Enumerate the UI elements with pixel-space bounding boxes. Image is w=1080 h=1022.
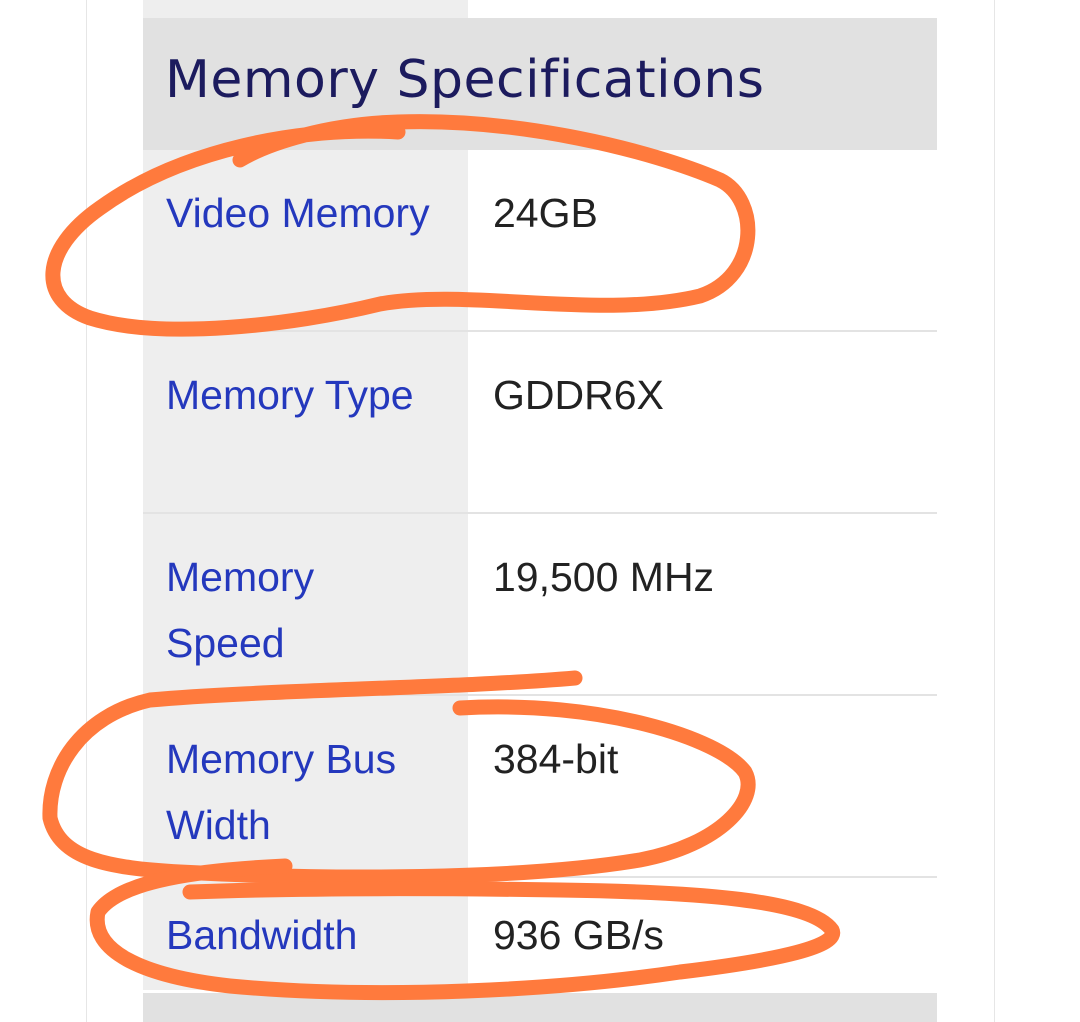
- video-memory-link[interactable]: Video Memory: [166, 180, 436, 246]
- spec-label-cell: Video Memory: [143, 150, 468, 330]
- spec-row-memory-speed: Memory Speed 19,500 MHz: [143, 514, 937, 696]
- memory-speed-link[interactable]: Memory Speed: [166, 544, 436, 676]
- memory-specifications-table: Memory Specifications Video Memory 24GB …: [143, 18, 937, 990]
- memory-speed-value: 19,500 MHz: [493, 554, 715, 600]
- spec-label-cell: Memory Type: [143, 332, 468, 512]
- page: Memory Specifications Video Memory 24GB …: [0, 0, 1080, 1022]
- spec-value-cell: 384-bit: [468, 696, 937, 876]
- spec-label-cell: Bandwidth: [143, 878, 468, 990]
- spec-label-cell: Memory Speed: [143, 514, 468, 694]
- memory-bus-width-link[interactable]: Memory Bus Width: [166, 726, 436, 858]
- bandwidth-link[interactable]: Bandwidth: [166, 902, 436, 968]
- section-header: Memory Specifications: [143, 18, 937, 150]
- bandwidth-value: 936 GB/s: [493, 912, 664, 958]
- spec-value-cell: 24GB: [468, 150, 937, 330]
- spec-row-video-memory: Video Memory 24GB: [143, 150, 937, 332]
- spec-row-memory-type: Memory Type GDDR6X: [143, 332, 937, 514]
- content-frame-left-border: [86, 0, 87, 1022]
- video-memory-value: 24GB: [493, 190, 598, 236]
- memory-type-link[interactable]: Memory Type: [166, 362, 436, 428]
- spec-row-bandwidth: Bandwidth 936 GB/s: [143, 878, 937, 990]
- spec-label-cell: Memory Bus Width: [143, 696, 468, 876]
- next-section-header: [143, 993, 937, 1022]
- spec-value-cell: GDDR6X: [468, 332, 937, 512]
- content-frame-right-border: [994, 0, 995, 1022]
- previous-row-label-cell: [143, 0, 468, 18]
- memory-type-value: GDDR6X: [493, 372, 664, 418]
- section-title: Memory Specifications: [165, 50, 765, 110]
- spec-row-memory-bus-width: Memory Bus Width 384-bit: [143, 696, 937, 878]
- spec-value-cell: 936 GB/s: [468, 878, 937, 990]
- memory-bus-width-value: 384-bit: [493, 736, 619, 782]
- spec-value-cell: 19,500 MHz: [468, 514, 937, 694]
